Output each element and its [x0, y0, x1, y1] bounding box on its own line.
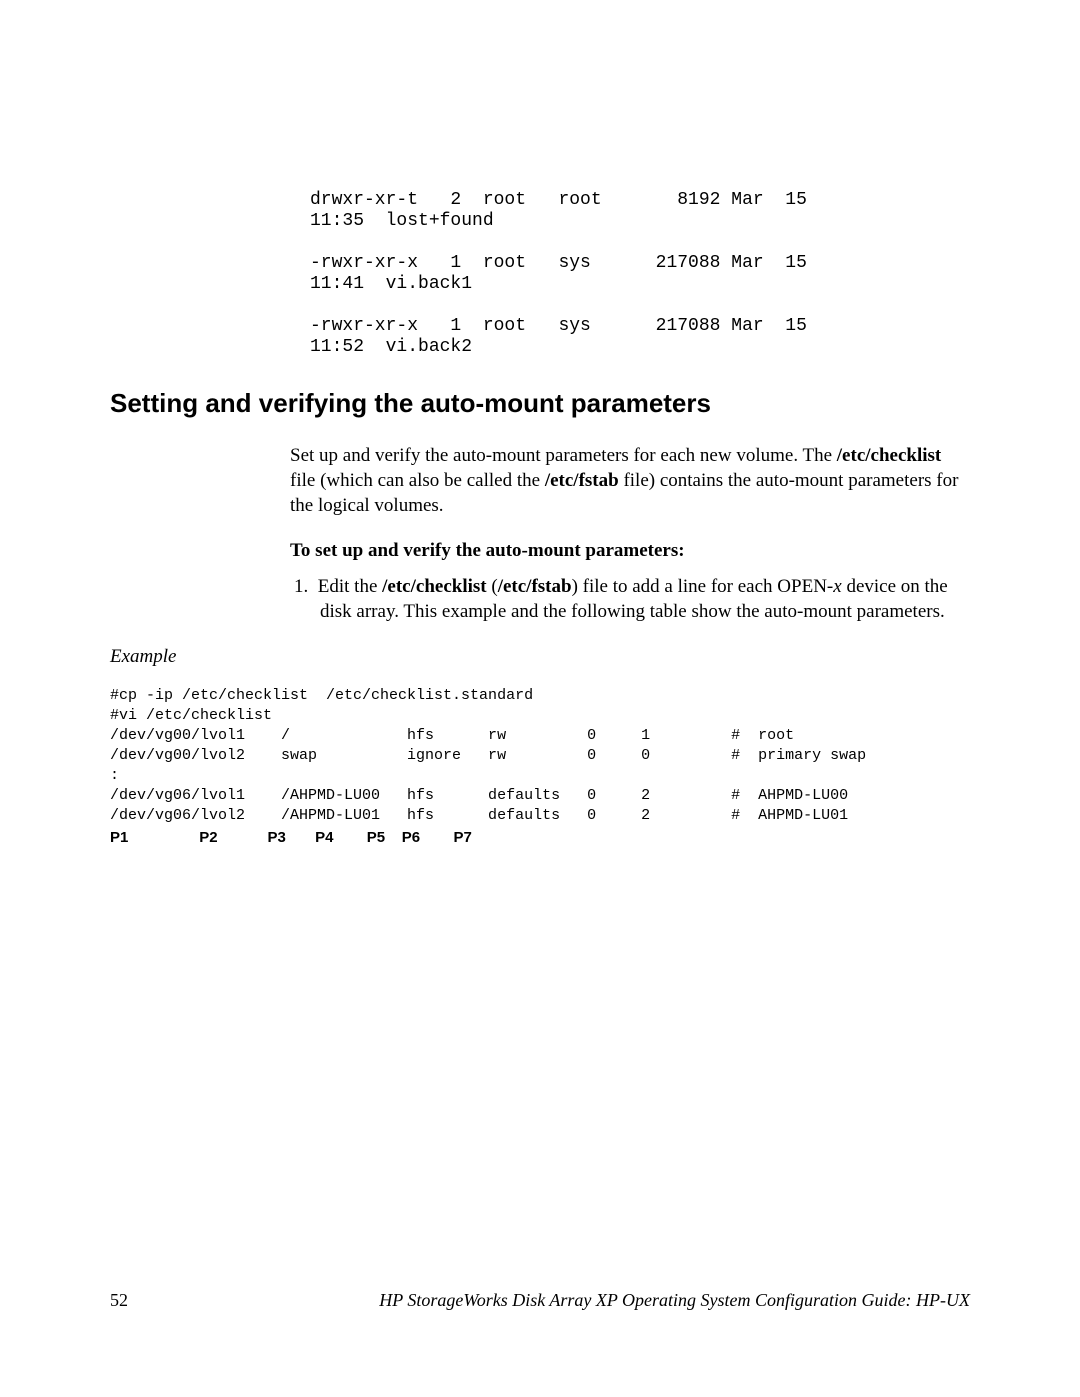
section-heading: Setting and verifying the auto-mount par… — [110, 388, 970, 419]
text: Edit the — [318, 576, 382, 597]
path-etc-fstab: /etc/fstab — [498, 576, 572, 597]
document-page: drwxr-xr-t 2 root root 8192 Mar 15 11:35… — [0, 0, 1080, 1397]
text: file (which can also be called the — [290, 470, 545, 491]
example-label: Example — [110, 646, 970, 668]
checklist-listing: #cp -ip /etc/checklist /etc/checklist.st… — [110, 686, 970, 826]
text: ) file to add a line for each OPEN- — [572, 576, 834, 597]
parameter-legend: P1 P2 P3 P4 P5 P6 P7 — [110, 828, 970, 848]
step-number: 1. — [294, 576, 308, 597]
path-etc-checklist: /etc/checklist — [382, 576, 486, 597]
ls-output-block: drwxr-xr-t 2 root root 8192 Mar 15 11:35… — [310, 190, 970, 358]
footer-title: HP StorageWorks Disk Array XP Operating … — [290, 1290, 970, 1311]
page-footer: 52 HP StorageWorks Disk Array XP Operati… — [110, 1290, 970, 1311]
page-number: 52 — [110, 1290, 290, 1311]
procedure-subhead: To set up and verify the auto-mount para… — [290, 540, 970, 562]
path-etc-checklist: /etc/checklist — [837, 445, 941, 466]
step-1: 1. Edit the /etc/checklist (/etc/fstab) … — [290, 574, 970, 624]
text: Set up and verify the auto-mount paramet… — [290, 445, 837, 466]
text: ( — [487, 576, 498, 597]
intro-paragraph: Set up and verify the auto-mount paramet… — [290, 443, 970, 518]
path-etc-fstab: /etc/fstab — [545, 470, 619, 491]
var-x: x — [833, 576, 841, 597]
